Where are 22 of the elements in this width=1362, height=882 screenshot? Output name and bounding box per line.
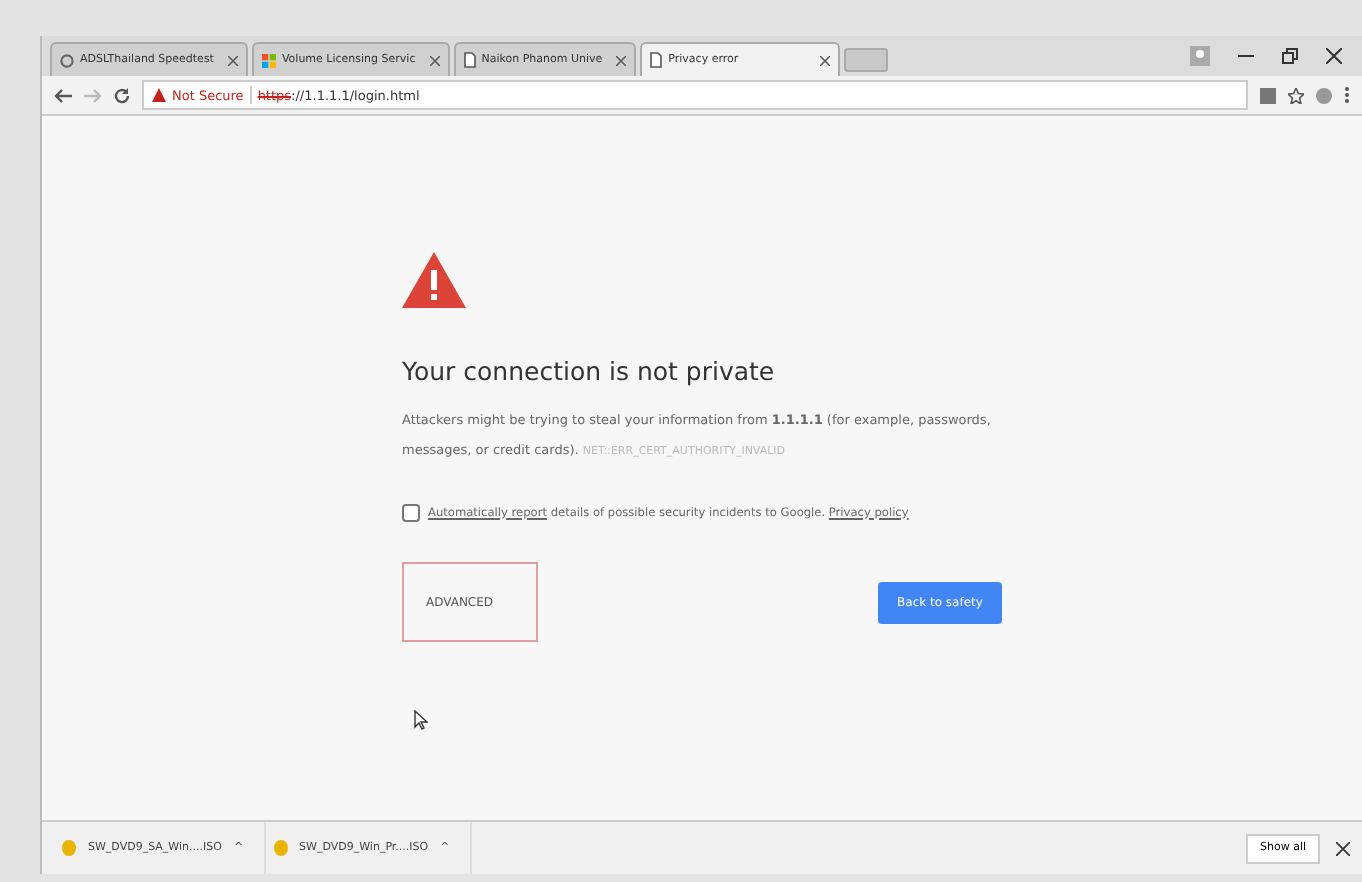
page-icon [650,52,663,68]
back-icon[interactable] [54,87,72,103]
restore-icon[interactable] [1282,48,1298,64]
menu-icon[interactable] [1344,86,1350,104]
close-icon[interactable] [820,55,831,65]
file-icon [273,840,288,856]
close-icon[interactable] [227,55,238,65]
close-icon[interactable] [1326,48,1342,64]
close-icon[interactable] [429,55,440,65]
checkbox[interactable] [402,504,420,522]
close-icon[interactable] [1336,841,1350,855]
warning-icon [402,252,466,308]
reload-icon[interactable] [114,87,130,103]
warning-icon [152,88,166,102]
extension-icon[interactable] [1316,87,1332,103]
error-title: Your connection is not private [402,356,777,386]
star-icon[interactable] [1288,87,1304,103]
close-icon[interactable] [616,55,627,65]
file-icon [62,840,76,856]
cursor-icon [414,710,428,730]
tiles-icon [261,53,276,67]
page-icon [463,52,476,68]
